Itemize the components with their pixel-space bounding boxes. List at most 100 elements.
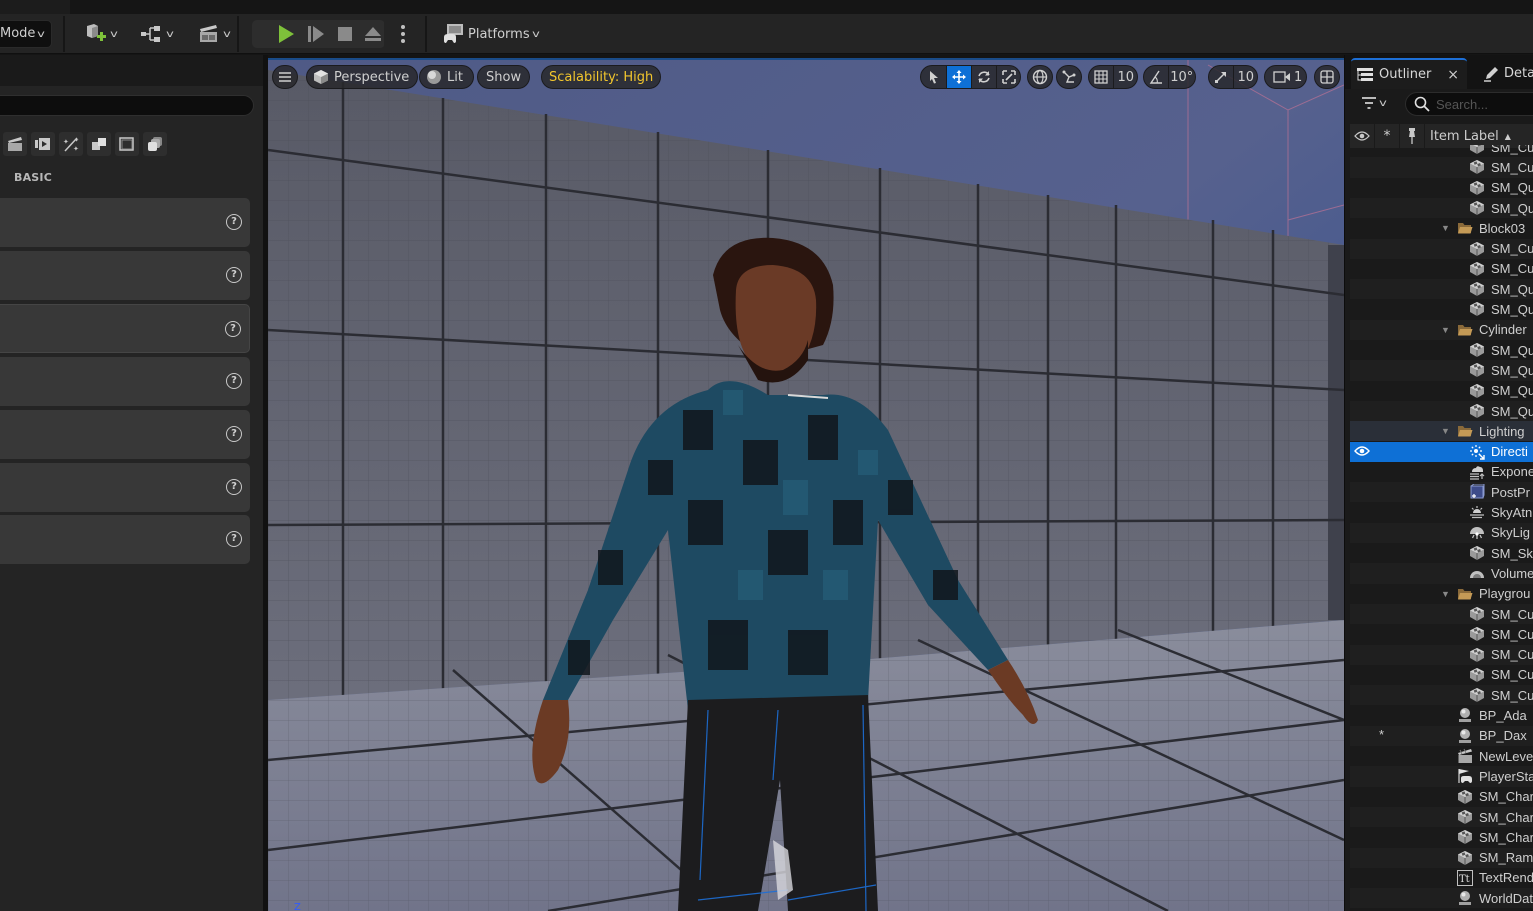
category-all-classes[interactable] xyxy=(143,132,167,156)
eject-button[interactable] xyxy=(363,24,383,44)
outliner-row[interactable]: SM_Qu xyxy=(1350,381,1533,401)
help-icon[interactable]: ? xyxy=(226,267,242,283)
stop-button[interactable] xyxy=(335,24,355,44)
lighting-mode-dropdown[interactable]: Lit xyxy=(419,65,474,89)
help-icon[interactable]: ? xyxy=(226,479,242,495)
outliner-row[interactable]: NewLeve xyxy=(1350,746,1533,766)
outliner-row[interactable]: SM_Ram xyxy=(1350,847,1533,868)
outliner-row[interactable]: Volume xyxy=(1350,563,1533,584)
expand-arrow-icon[interactable]: ▼ xyxy=(1441,325,1450,335)
outliner-row[interactable]: * BP_Dax xyxy=(1350,725,1533,746)
place-actors-search[interactable] xyxy=(0,95,254,116)
outliner-row[interactable]: BP_Ada xyxy=(1350,705,1533,725)
outliner-row[interactable]: Tt TextRend xyxy=(1350,868,1533,888)
outliner-row[interactable]: SM_Qu xyxy=(1350,400,1533,422)
scale-snap-toggle[interactable] xyxy=(1209,66,1233,88)
outliner-search-input[interactable] xyxy=(1436,96,1533,112)
translate-tool[interactable] xyxy=(946,66,971,88)
close-tab-icon[interactable]: × xyxy=(1447,67,1459,83)
eye-icon[interactable] xyxy=(1354,445,1370,460)
help-icon[interactable]: ? xyxy=(226,214,242,230)
outliner-row[interactable]: SM_Sk xyxy=(1350,543,1533,563)
view-mode-dropdown[interactable]: Perspective xyxy=(306,65,419,89)
surface-snapping-button[interactable] xyxy=(1056,65,1082,89)
outliner-folder-row[interactable]: ▼ Playgrou xyxy=(1350,584,1533,604)
star-icon[interactable]: * xyxy=(1379,727,1384,742)
outliner-row[interactable]: SM_Qu xyxy=(1350,197,1533,219)
outliner-row[interactable]: SM_Char xyxy=(1350,787,1533,807)
show-flags-dropdown[interactable]: Show xyxy=(477,65,531,89)
grid-snap-value[interactable]: 10 xyxy=(1113,66,1137,88)
expand-arrow-icon[interactable]: ▼ xyxy=(1441,589,1450,599)
platforms-button[interactable]: Platforms v xyxy=(443,22,539,46)
outliner-row[interactable]: SM_Char xyxy=(1350,827,1533,847)
outliner-row[interactable]: SM_Char xyxy=(1350,806,1533,828)
tab-details[interactable]: Deta xyxy=(1483,58,1533,89)
expand-arrow-icon[interactable]: ▼ xyxy=(1441,426,1450,436)
advance-frame-button[interactable] xyxy=(306,24,326,44)
category-geometry[interactable] xyxy=(87,132,111,156)
camera-speed-button[interactable]: 1 xyxy=(1264,65,1307,89)
actor-list-item[interactable]: ? xyxy=(0,515,250,564)
play-button[interactable] xyxy=(276,24,296,44)
category-volumes[interactable] xyxy=(115,132,139,156)
outliner-row[interactable]: SM_Qu xyxy=(1350,340,1533,360)
actor-list-item[interactable]: ? xyxy=(0,410,250,459)
outliner-row[interactable]: Directi xyxy=(1350,441,1533,462)
level-viewport[interactable]: Z Perspective Lit Show Scalability: High xyxy=(268,60,1344,911)
rotate-tool[interactable] xyxy=(971,66,996,88)
outliner-row[interactable]: SM_Cu xyxy=(1350,644,1533,665)
outliner-row[interactable]: SM_Cu xyxy=(1350,259,1533,279)
help-icon[interactable]: ? xyxy=(226,531,242,547)
outliner-folder-row[interactable]: ▼ Lighting xyxy=(1350,421,1533,442)
outliner-row[interactable]: SM_Qu xyxy=(1350,279,1533,300)
category-cinematic[interactable] xyxy=(3,132,27,156)
more-options-button[interactable] xyxy=(393,24,413,44)
tab-outliner[interactable]: Outliner × xyxy=(1351,58,1467,89)
expand-arrow-icon[interactable]: ▼ xyxy=(1441,223,1450,233)
help-icon[interactable]: ? xyxy=(226,426,242,442)
scale-snap-value[interactable]: 10 xyxy=(1233,66,1257,88)
outliner-row[interactable]: SM_Cu xyxy=(1350,624,1533,644)
cinematics-button[interactable]: v xyxy=(197,22,231,46)
outliner-row[interactable]: SM_Cu xyxy=(1350,685,1533,706)
outliner-row[interactable]: SM_Cu xyxy=(1350,603,1533,625)
outliner-folder-row[interactable]: ▼ Cylinder xyxy=(1350,319,1533,340)
viewport-layout-button[interactable] xyxy=(1314,65,1340,89)
mode-dropdown[interactable]: Mode v xyxy=(0,20,52,48)
coordinate-system-button[interactable] xyxy=(1027,65,1053,89)
scale-tool[interactable] xyxy=(996,66,1020,88)
outliner-row[interactable]: SM_Cu xyxy=(1350,145,1533,157)
blueprint-button[interactable]: v xyxy=(140,22,174,46)
rotation-snap-toggle[interactable] xyxy=(1144,66,1168,88)
outliner-row[interactable]: PlayerSta xyxy=(1350,766,1533,787)
scalability-button[interactable]: Scalability: High xyxy=(541,65,662,89)
help-icon[interactable]: ? xyxy=(226,373,242,389)
help-icon[interactable]: ? xyxy=(225,321,241,337)
actor-list-item[interactable]: ? xyxy=(0,463,250,512)
actor-list-item[interactable]: ? xyxy=(0,357,250,406)
outliner-row[interactable]: PostPr xyxy=(1350,482,1533,503)
outliner-row[interactable]: SkyAtn xyxy=(1350,502,1533,522)
outliner-search[interactable] xyxy=(1405,92,1533,116)
actor-list-item[interactable]: ? xyxy=(0,304,250,353)
add-actor-button[interactable]: v xyxy=(84,22,118,46)
viewport-options-button[interactable] xyxy=(272,65,298,89)
actor-list-item[interactable]: ? xyxy=(0,198,250,247)
outliner-row[interactable]: Expone xyxy=(1350,462,1533,482)
outliner-row[interactable]: SM_Cu xyxy=(1350,157,1533,178)
outliner-row[interactable]: SkyLig xyxy=(1350,522,1533,543)
outliner-folder-row[interactable]: ▼ Block03 xyxy=(1350,218,1533,238)
outliner-row[interactable]: WorldDat xyxy=(1350,888,1533,909)
grid-snap-toggle[interactable] xyxy=(1089,66,1113,88)
outliner-row[interactable]: SM_Qu xyxy=(1350,360,1533,381)
outliner-row[interactable]: SM_Cu xyxy=(1350,238,1533,259)
category-media[interactable] xyxy=(31,132,55,156)
select-tool[interactable] xyxy=(921,66,946,88)
outliner-row[interactable]: SM_Cu xyxy=(1350,665,1533,685)
outliner-row[interactable]: SM_Qu xyxy=(1350,178,1533,198)
actor-list-item[interactable]: ? xyxy=(0,251,250,300)
outliner-row[interactable]: SM_Qu xyxy=(1350,299,1533,319)
category-visual-effects[interactable]: ✦ ✦ ✦ xyxy=(59,132,83,156)
filter-dropdown[interactable]: v xyxy=(1361,96,1387,110)
